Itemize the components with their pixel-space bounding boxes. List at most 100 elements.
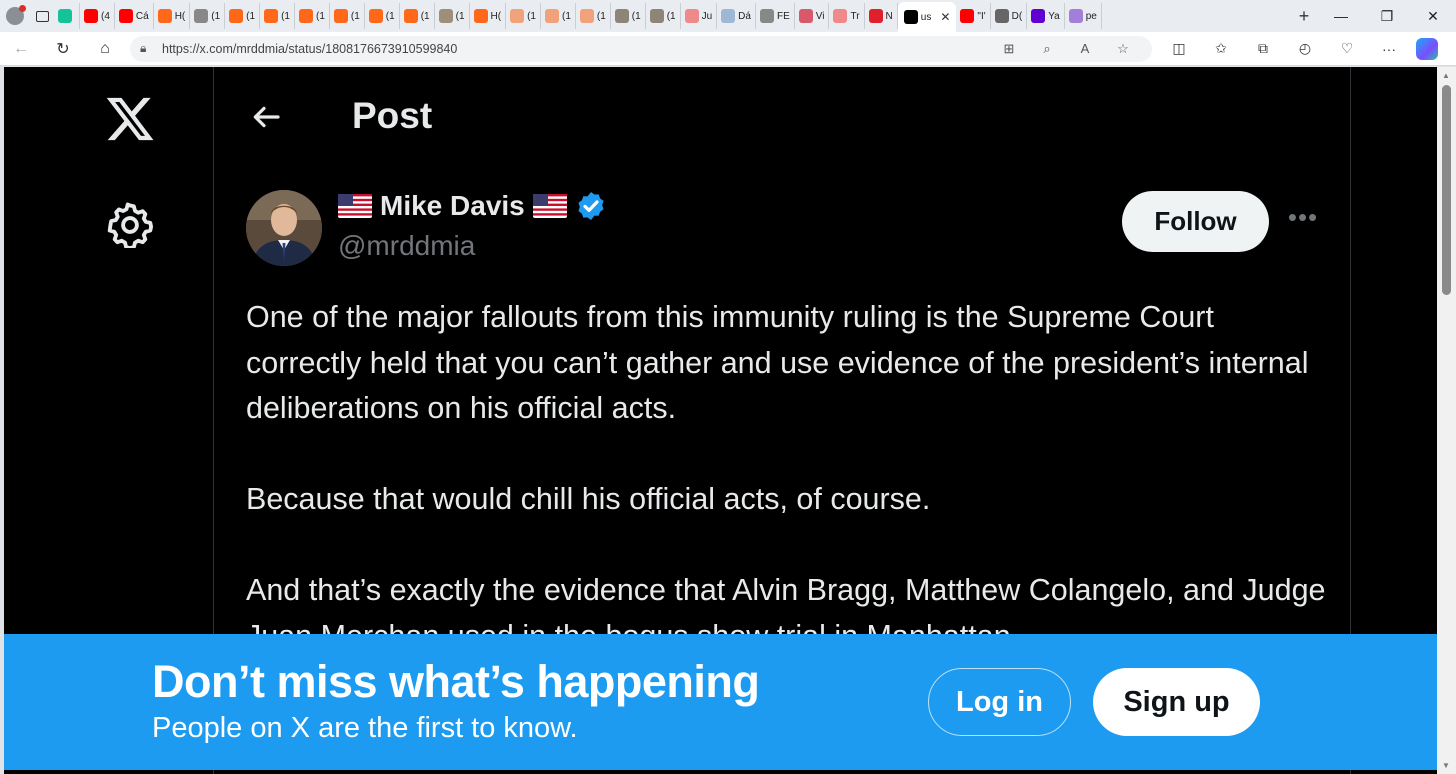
signup-banner: Don’t miss what’s happening People on X … xyxy=(4,634,1437,770)
browser-tab-label: (1 xyxy=(246,10,256,22)
browser-tab-label: (1 xyxy=(666,10,676,22)
back-button[interactable]: ← xyxy=(0,40,42,58)
browser-tab[interactable]: (1 xyxy=(225,3,261,29)
browser-tab-label: (1 xyxy=(315,10,325,22)
x-logo-icon[interactable] xyxy=(104,93,156,145)
settings-more-icon[interactable]: ··· xyxy=(1368,41,1410,57)
browser-tab-label: us xyxy=(920,11,932,23)
tab-close-icon[interactable]: ✕ xyxy=(940,10,950,24)
browser-tab-label: Ju xyxy=(701,10,713,22)
browser-tab[interactable]: (1 xyxy=(611,3,646,29)
us-flag-icon xyxy=(532,194,567,218)
page-icon xyxy=(759,9,774,23)
x-icon xyxy=(903,10,918,24)
log-in-button[interactable]: Log in xyxy=(928,668,1071,736)
author-handle[interactable]: @mrddmia xyxy=(338,230,475,262)
browser-tab[interactable] xyxy=(54,3,80,29)
page-scrollbar[interactable]: ▲ ▼ xyxy=(1437,67,1456,774)
youtube-icon xyxy=(833,9,848,23)
author-avatar[interactable] xyxy=(246,190,322,266)
browser-tab[interactable]: pe xyxy=(1065,3,1102,29)
youtube-icon xyxy=(684,9,699,23)
tab-actions-button[interactable] xyxy=(30,0,54,32)
url-bar[interactable]: 🔒︎ https://x.com/mrddmia/status/18081766… xyxy=(130,35,1152,62)
browser-tab[interactable]: Dá xyxy=(717,3,756,29)
scroll-down-icon[interactable]: ▼ xyxy=(1442,761,1450,770)
browser-tab[interactable]: (4 xyxy=(80,3,115,29)
scroll-thumb[interactable] xyxy=(1442,85,1451,295)
browser-tab[interactable]: (1 xyxy=(365,3,400,29)
substack-icon xyxy=(298,9,313,23)
minimize-button[interactable]: — xyxy=(1318,8,1364,24)
browser-tab[interactable]: N xyxy=(865,3,898,29)
back-arrow-icon[interactable] xyxy=(250,101,282,133)
browser-tab-label: Dá xyxy=(738,10,751,22)
home-button[interactable]: ⌂ xyxy=(84,40,126,58)
favorite-star-icon[interactable]: ☆ xyxy=(1104,41,1142,57)
browser-tab[interactable]: D( xyxy=(991,3,1028,29)
browser-tab[interactable]: (1 xyxy=(646,3,681,29)
restore-button[interactable]: ❐ xyxy=(1364,8,1410,25)
banner-title: Don’t miss what’s happening xyxy=(152,656,760,707)
browser-tab-label: (1 xyxy=(596,10,606,22)
dd-icon xyxy=(994,9,1009,23)
browser-tab[interactable]: Ju xyxy=(681,3,718,29)
verified-badge-icon[interactable] xyxy=(575,190,607,222)
browser-tab-label: Vi xyxy=(815,10,825,22)
more-options-icon[interactable]: ••• xyxy=(1287,204,1319,233)
refresh-button[interactable]: ↻ xyxy=(42,39,84,59)
favorites-icon[interactable]: ✩ xyxy=(1200,40,1242,57)
scroll-up-icon[interactable]: ▲ xyxy=(1442,71,1450,80)
read-aloud-icon[interactable]: A xyxy=(1066,41,1104,56)
profile-avatar-icon xyxy=(6,5,26,25)
browser-tab-label: Ya xyxy=(1048,10,1060,22)
browser-tab[interactable]: Ya xyxy=(1027,3,1065,29)
site-info-icon[interactable]: 🔒︎ xyxy=(140,41,162,56)
browser-tab-label: FE xyxy=(776,10,790,22)
profile-button[interactable] xyxy=(0,0,30,32)
settings-gear-icon[interactable] xyxy=(107,202,153,248)
browser-tab[interactable]: Vi xyxy=(795,3,830,29)
youtube-icon xyxy=(84,9,98,23)
sign-up-button[interactable]: Sign up xyxy=(1093,668,1260,736)
collections-icon[interactable]: ⧉ xyxy=(1242,40,1284,57)
follow-button[interactable]: Follow xyxy=(1122,191,1269,252)
browser-tab[interactable]: H( xyxy=(154,3,191,29)
history-icon[interactable]: ◴ xyxy=(1284,40,1326,57)
browser-tab[interactable]: (1 xyxy=(506,3,541,29)
browser-tab[interactable]: (1 xyxy=(260,3,295,29)
grammarly-icon xyxy=(58,9,72,23)
browser-tab-label: pe xyxy=(1085,10,1097,22)
browser-tab[interactable]: "I' xyxy=(956,3,991,29)
browser-tab[interactable]: (1 xyxy=(576,3,611,29)
browser-tab[interactable]: Tr xyxy=(829,3,865,29)
browser-tab[interactable]: (1 xyxy=(295,3,330,29)
browser-tab[interactable]: (1 xyxy=(435,3,470,29)
app-available-icon[interactable]: ⊞ xyxy=(990,41,1028,57)
url-text[interactable]: https://x.com/mrddmia/status/18081766739… xyxy=(162,42,990,56)
browser-essentials-icon[interactable]: ♡ xyxy=(1326,40,1368,57)
new-tab-button[interactable]: + xyxy=(1290,6,1318,27)
browser-tab-label: (1 xyxy=(281,10,290,22)
image-icon xyxy=(614,9,629,23)
zoom-icon[interactable]: ⌕ xyxy=(1028,41,1066,57)
browser-tab[interactable]: Cá xyxy=(115,3,154,29)
browser-tab[interactable]: FE xyxy=(756,3,795,29)
browser-tab-label: N xyxy=(885,10,893,22)
window-close-button[interactable]: ✕ xyxy=(1410,8,1456,25)
browser-tab[interactable]: (1 xyxy=(541,3,576,29)
browser-tab[interactable]: (1 xyxy=(330,3,365,29)
browser-tab-label: Cá xyxy=(135,10,149,22)
browser-tab[interactable]: H( xyxy=(470,3,507,29)
browser-tab[interactable]: (1 xyxy=(400,3,435,29)
author-name-row: Mike Davis xyxy=(338,190,607,222)
browser-tab[interactable]: (1 xyxy=(190,3,226,29)
copilot-icon[interactable] xyxy=(1416,37,1438,60)
browser-tab-label: (1 xyxy=(211,10,221,22)
author-name[interactable]: Mike Davis xyxy=(380,190,525,222)
browser-tab-label: (1 xyxy=(631,10,641,22)
browser-tab[interactable]: us ✕ xyxy=(897,2,957,32)
browser-tab-label: (1 xyxy=(385,10,395,22)
banner-subtitle: People on X are the first to know. xyxy=(152,712,578,744)
split-screen-icon[interactable]: ◫ xyxy=(1158,40,1200,57)
